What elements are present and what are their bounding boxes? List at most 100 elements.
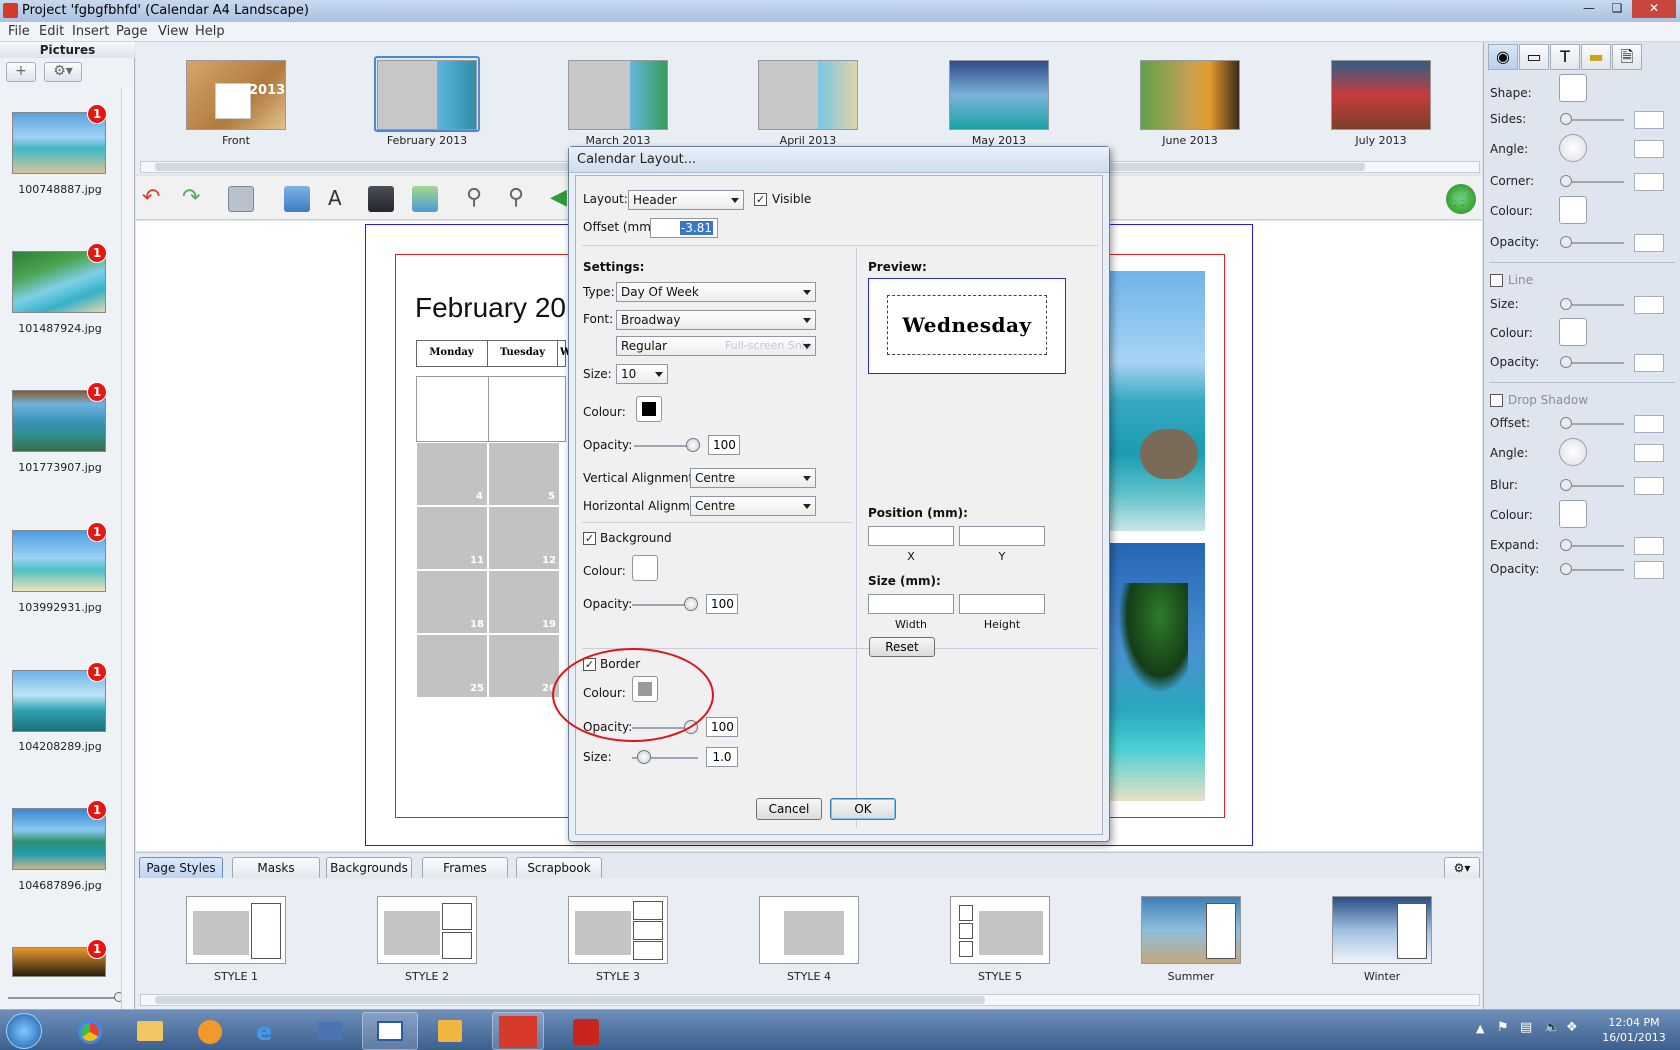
page-thumb-july[interactable] xyxy=(1331,60,1431,130)
add-text-icon[interactable]: A xyxy=(328,186,354,212)
add-picture-button[interactable]: + xyxy=(6,62,36,82)
acrobat-icon[interactable] xyxy=(558,1012,614,1050)
style-thumb[interactable] xyxy=(377,896,477,964)
shadow-colour-swatch[interactable] xyxy=(1559,500,1587,528)
start-button[interactable] xyxy=(6,1013,42,1049)
background-opacity-slider-knob[interactable] xyxy=(684,597,698,611)
dropbox-tray-icon[interactable]: ❖ xyxy=(1566,1020,1578,1035)
border-size-input[interactable]: 1.0 xyxy=(706,747,738,767)
shadow-angle-dial[interactable] xyxy=(1559,438,1587,466)
shadow-blur-input[interactable] xyxy=(1634,477,1664,495)
zoom-slider[interactable] xyxy=(8,997,120,999)
horizontal-alignment-select[interactable]: Centre xyxy=(690,496,816,516)
outlook-icon[interactable] xyxy=(422,1012,478,1050)
network-tray-icon[interactable]: ▤ xyxy=(1520,1020,1532,1035)
background-checkbox[interactable]: ✓ xyxy=(583,532,596,545)
line-size-slider-knob[interactable] xyxy=(1560,298,1572,310)
shadow-opacity-slider-knob[interactable] xyxy=(1560,563,1572,575)
add-image-icon[interactable] xyxy=(284,186,310,212)
undo-icon[interactable]: ↶ xyxy=(142,186,168,212)
sides-input[interactable] xyxy=(1634,111,1664,129)
menu-file[interactable]: File xyxy=(8,24,30,39)
page-tab-icon[interactable]: 🗎 xyxy=(1612,44,1642,70)
close-button[interactable]: ✕ xyxy=(1632,0,1676,18)
border-opacity-input[interactable]: 100 xyxy=(706,717,738,737)
window-app-icon[interactable] xyxy=(362,1012,418,1050)
background-colour-swatch[interactable] xyxy=(632,555,658,581)
menu-edit[interactable]: Edit xyxy=(39,24,64,39)
style-thumb[interactable] xyxy=(568,896,668,964)
shadow-opacity-input[interactable] xyxy=(1634,561,1664,579)
menu-insert[interactable]: Insert xyxy=(72,24,109,39)
zoom-out-icon[interactable]: ⚲ xyxy=(466,186,492,212)
flag-tray-icon[interactable]: ⚑ xyxy=(1497,1020,1509,1035)
text-colour-swatch[interactable] xyxy=(636,396,662,422)
ok-button[interactable]: OK xyxy=(830,798,896,820)
angle-input[interactable] xyxy=(1634,140,1664,158)
page-thumb-june[interactable] xyxy=(1140,60,1240,130)
month-title[interactable]: February 201 xyxy=(415,292,582,324)
font-select[interactable]: Broadway xyxy=(616,310,816,330)
drop-shadow-checkbox[interactable] xyxy=(1490,394,1503,407)
style-thumb[interactable] xyxy=(759,896,859,964)
line-opacity-slider-knob[interactable] xyxy=(1560,356,1572,368)
opacity-slider-knob[interactable] xyxy=(1560,236,1572,248)
photo-frame-bottom[interactable] xyxy=(1108,543,1205,801)
line-size-input[interactable] xyxy=(1634,296,1664,314)
background-opacity-input[interactable]: 100 xyxy=(706,594,738,614)
page-thumb-february[interactable] xyxy=(377,60,477,130)
type-select[interactable]: Day Of Week xyxy=(616,282,816,302)
colour-swatch[interactable] xyxy=(1559,196,1587,224)
border-size-slider-knob[interactable] xyxy=(637,750,652,764)
page-thumb-may[interactable] xyxy=(949,60,1049,130)
shadow-angle-input[interactable] xyxy=(1634,444,1664,462)
ruler-tab-icon[interactable]: ▬ xyxy=(1581,44,1611,70)
edit-icon[interactable] xyxy=(368,186,394,212)
width-input[interactable] xyxy=(868,594,954,614)
corner-input[interactable] xyxy=(1634,173,1664,191)
page-thumb-april[interactable] xyxy=(758,60,858,130)
reset-button[interactable]: Reset xyxy=(869,637,935,657)
frame-tab-icon[interactable]: ▭ xyxy=(1519,44,1549,70)
line-checkbox[interactable] xyxy=(1490,274,1503,287)
picture-settings-button[interactable]: ⚙▾ xyxy=(44,62,82,82)
layout-select[interactable]: Header xyxy=(628,190,744,210)
tray-arrow-icon[interactable]: ▲ xyxy=(1476,1022,1484,1035)
font-style-select[interactable]: Regular Full-screen Snip xyxy=(616,336,816,356)
clock[interactable]: 12:04 PM 16/01/2013 xyxy=(1592,1015,1676,1045)
tab-masks[interactable]: Masks xyxy=(232,857,320,878)
explorer-icon[interactable] xyxy=(122,1012,178,1050)
styles-settings-button[interactable]: ⚙▾ xyxy=(1444,857,1480,878)
day-header[interactable]: W xyxy=(560,340,568,367)
styles-scrollbar[interactable] xyxy=(140,994,1480,1006)
menu-page[interactable]: Page xyxy=(116,24,147,39)
chrome-icon[interactable] xyxy=(62,1012,118,1050)
zoom-in-icon[interactable]: ⚲ xyxy=(508,186,534,212)
minimize-button[interactable]: — xyxy=(1576,0,1602,18)
position-x-input[interactable] xyxy=(868,526,954,546)
vertical-alignment-select[interactable]: Centre xyxy=(690,468,816,488)
line-colour-swatch[interactable] xyxy=(1559,318,1587,346)
cancel-button[interactable]: Cancel xyxy=(756,798,822,820)
offset-input[interactable]: -3.81 xyxy=(650,218,718,238)
internet-explorer-icon[interactable]: e xyxy=(242,1012,298,1050)
shadow-expand-input[interactable] xyxy=(1634,537,1664,555)
page-thumb-march[interactable] xyxy=(568,60,668,130)
pictures-scrollbar[interactable] xyxy=(121,88,133,1018)
tab-backgrounds[interactable]: Backgrounds xyxy=(326,857,412,878)
angle-dial[interactable] xyxy=(1559,134,1587,162)
opacity-input[interactable]: 100 xyxy=(708,435,740,455)
visible-checkbox[interactable]: ✓ xyxy=(754,193,767,206)
height-input[interactable] xyxy=(959,594,1045,614)
style-thumb[interactable] xyxy=(186,896,286,964)
style-thumb[interactable] xyxy=(1332,896,1432,964)
style-thumb[interactable] xyxy=(1141,896,1241,964)
shape-picker[interactable] xyxy=(1559,74,1587,102)
photo-frame-top[interactable] xyxy=(1108,271,1205,531)
page-thumb-front[interactable]: 2013 xyxy=(186,60,286,130)
menu-help[interactable]: Help xyxy=(195,24,225,39)
text-tab-icon[interactable]: T xyxy=(1550,44,1580,70)
menu-view[interactable]: View xyxy=(158,24,189,39)
volume-tray-icon[interactable]: 🔈 xyxy=(1544,1020,1560,1035)
line-opacity-input[interactable] xyxy=(1634,354,1664,372)
